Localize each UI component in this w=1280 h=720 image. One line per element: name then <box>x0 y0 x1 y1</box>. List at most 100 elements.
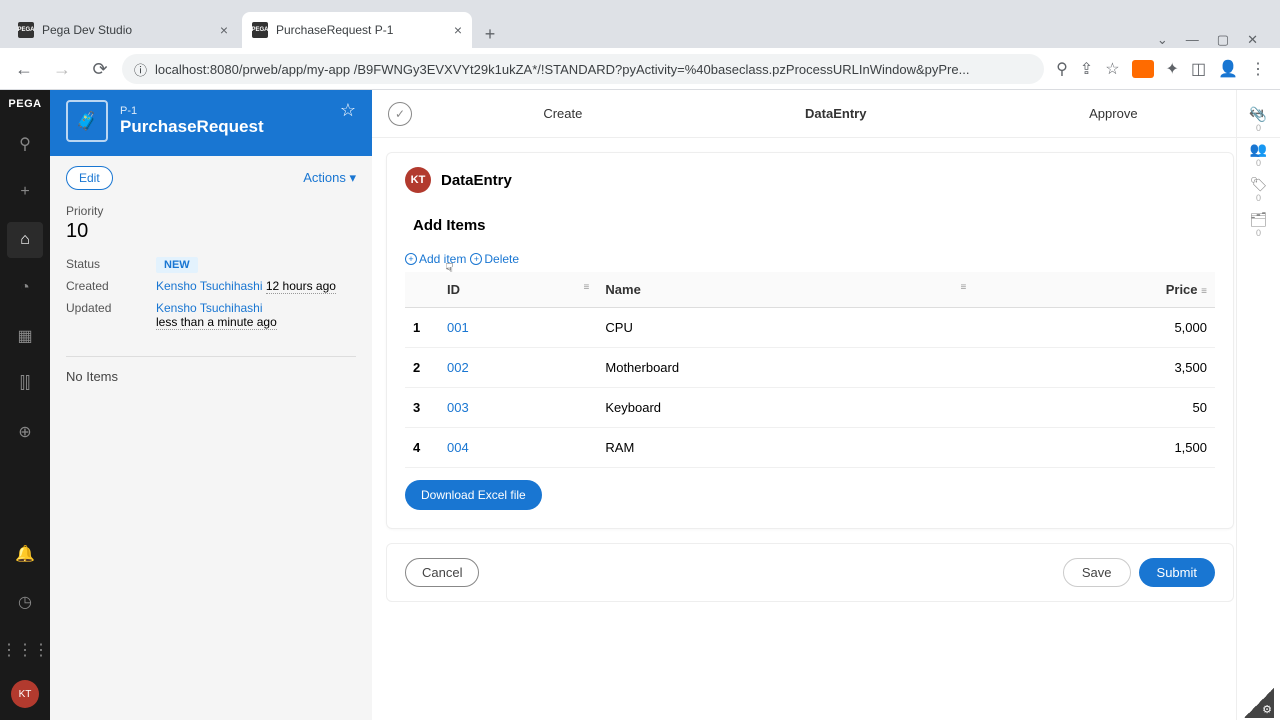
save-button[interactable]: Save <box>1063 558 1131 587</box>
user-avatar[interactable]: KT <box>11 680 39 708</box>
close-window-icon[interactable]: ✕ <box>1247 32 1258 48</box>
stage-title: DataEntry <box>441 172 512 189</box>
filter-icon[interactable]: ≡ <box>584 282 590 293</box>
stage-create[interactable]: Create <box>543 106 582 121</box>
case-meta: Priority 10 Status NEW Created Kensho Ts… <box>50 200 372 346</box>
download-excel-button[interactable]: Download Excel file <box>405 480 542 510</box>
row-index: 2 <box>405 348 439 388</box>
close-icon[interactable]: × <box>454 22 462 38</box>
case-title: PurchaseRequest <box>120 117 264 137</box>
cancel-button[interactable]: Cancel <box>405 558 479 587</box>
reports-icon[interactable]: ⫿⫿ <box>7 366 43 402</box>
profile-icon[interactable]: 👤 <box>1218 59 1238 79</box>
create-icon[interactable]: + <box>7 174 43 210</box>
tags-icon[interactable]: 🏷0 <box>1244 176 1274 203</box>
gear-icon[interactable]: ⚙ <box>1244 688 1274 718</box>
case-id: P-1 <box>120 105 264 117</box>
browser-tab-1[interactable]: PEGA Pega Dev Studio × <box>8 12 238 48</box>
filter-icon[interactable]: ≡ <box>960 282 966 293</box>
table-row[interactable]: 4004RAM1,500 <box>405 428 1215 468</box>
bookmark-icon[interactable]: ☆ <box>1105 59 1119 79</box>
tab-favicon: PEGA <box>252 22 268 38</box>
table-row[interactable]: 3003Keyboard50 <box>405 388 1215 428</box>
new-tab-button[interactable]: + <box>476 20 504 48</box>
extensions-icon[interactable]: ✦ <box>1166 59 1179 79</box>
updated-by[interactable]: Kensho Tsuchihashi <box>156 301 277 315</box>
form-card: KT DataEntry Add Items +Add item +Delete… <box>386 152 1234 529</box>
address-bar: ← → ⟳ ⓘ localhost:8080/prweb/app/my-app … <box>0 48 1280 90</box>
cell-price: 50 <box>974 388 1215 428</box>
cell-name: CPU <box>597 308 974 348</box>
col-price[interactable]: Price ≡ <box>974 272 1215 308</box>
table-row[interactable]: 1001CPU5,000 <box>405 308 1215 348</box>
followers-icon[interactable]: 👥0 <box>1244 141 1274 168</box>
col-name[interactable]: Name≡ <box>597 272 974 308</box>
reload-button[interactable]: ⟳ <box>84 53 116 85</box>
row-index: 1 <box>405 308 439 348</box>
check-icon: ✓ <box>388 102 412 126</box>
cell-price: 5,000 <box>974 308 1215 348</box>
status-badge: NEW <box>156 257 198 273</box>
main-area: ✓ Create DataEntry Approve ↤ KT DataEntr… <box>372 90 1280 720</box>
case-header: 🧳 P-1 PurchaseRequest ☆ <box>50 90 372 156</box>
operator-badge: KT <box>405 167 431 193</box>
app-root: PEGA ⚲ + ⌂ ◔ ▦ ⫿⫿ ⊕ 🔔 ◷ ⋮⋮⋮ KT 🧳 P-1 Pur… <box>0 90 1280 720</box>
chevron-down-icon[interactable]: ⌄ <box>1157 32 1168 48</box>
forward-button[interactable]: → <box>46 53 78 85</box>
nav-rail: PEGA ⚲ + ⌂ ◔ ▦ ⫿⫿ ⊕ 🔔 ◷ ⋮⋮⋮ KT <box>0 90 50 720</box>
back-button[interactable]: ← <box>8 53 40 85</box>
site-info-icon[interactable]: ⓘ <box>134 60 147 79</box>
cell-name: RAM <box>597 428 974 468</box>
search-icon[interactable]: ⚲ <box>7 126 43 162</box>
section-title: Add Items <box>413 217 1215 234</box>
home-icon[interactable]: ⌂ <box>7 222 43 258</box>
recents-icon[interactable]: ◷ <box>7 584 43 620</box>
row-index: 3 <box>405 388 439 428</box>
browser-tab-2[interactable]: PEGA PurchaseRequest P-1 × <box>242 12 472 48</box>
star-icon[interactable]: ☆ <box>340 100 356 121</box>
delete-link[interactable]: +Delete <box>470 252 519 266</box>
grid-icon[interactable]: ⋮⋮⋮ <box>7 632 43 668</box>
cell-id[interactable]: 004 <box>439 428 597 468</box>
table-row[interactable]: 2002Motherboard3,500 <box>405 348 1215 388</box>
plus-icon: + <box>405 253 417 265</box>
close-icon[interactable]: × <box>220 22 228 38</box>
url-text: localhost:8080/prweb/app/my-app /B9FWNGy… <box>155 62 969 77</box>
status-label: Status <box>66 257 156 271</box>
cell-name: Motherboard <box>597 348 974 388</box>
cell-id[interactable]: 003 <box>439 388 597 428</box>
priority-label: Priority <box>66 204 356 218</box>
sidepanel-icon[interactable]: ◫ <box>1191 59 1206 79</box>
share-icon[interactable]: ⇪ <box>1080 59 1093 79</box>
case-type-icon: 🧳 <box>66 100 108 142</box>
related-icon[interactable]: 🗂0 <box>1244 211 1274 238</box>
submit-button[interactable]: Submit <box>1139 558 1215 587</box>
form-actions: Cancel Save Submit <box>386 543 1234 602</box>
col-id[interactable]: ID≡ <box>439 272 597 308</box>
url-field[interactable]: ⓘ localhost:8080/prweb/app/my-app /B9FWN… <box>122 54 1044 84</box>
filter-icon[interactable]: ≡ <box>1201 286 1207 297</box>
attachments-icon[interactable]: 📎0 <box>1244 106 1274 133</box>
minimize-icon[interactable]: — <box>1186 32 1199 48</box>
utility-rail: 📎0 👥0 🏷0 🗂0 <box>1236 90 1280 720</box>
menu-icon[interactable]: ⋮ <box>1250 59 1266 79</box>
edit-button[interactable]: Edit <box>66 166 113 190</box>
cell-id[interactable]: 002 <box>439 348 597 388</box>
stage-dataentry[interactable]: DataEntry <box>805 106 866 121</box>
stage-approve[interactable]: Approve <box>1089 106 1137 121</box>
search-icon[interactable]: ⚲ <box>1056 59 1068 79</box>
table-actions: +Add item +Delete ☟ <box>405 252 1215 266</box>
apps-icon[interactable]: ▦ <box>7 318 43 354</box>
extension-icon[interactable] <box>1132 60 1154 78</box>
created-by[interactable]: Kensho Tsuchihashi <box>156 279 263 293</box>
cell-price: 1,500 <box>974 428 1215 468</box>
explore-icon[interactable]: ⊕ <box>7 414 43 450</box>
add-item-link[interactable]: +Add item <box>405 252 466 266</box>
maximize-icon[interactable]: ▢ <box>1217 32 1229 48</box>
updated-label: Updated <box>66 301 156 330</box>
gauge-icon[interactable]: ◔ <box>7 270 43 306</box>
actions-menu[interactable]: Actions ▾ <box>303 170 356 186</box>
cell-id[interactable]: 001 <box>439 308 597 348</box>
bell-icon[interactable]: 🔔 <box>7 536 43 572</box>
tab-title: PurchaseRequest P-1 <box>276 23 393 37</box>
